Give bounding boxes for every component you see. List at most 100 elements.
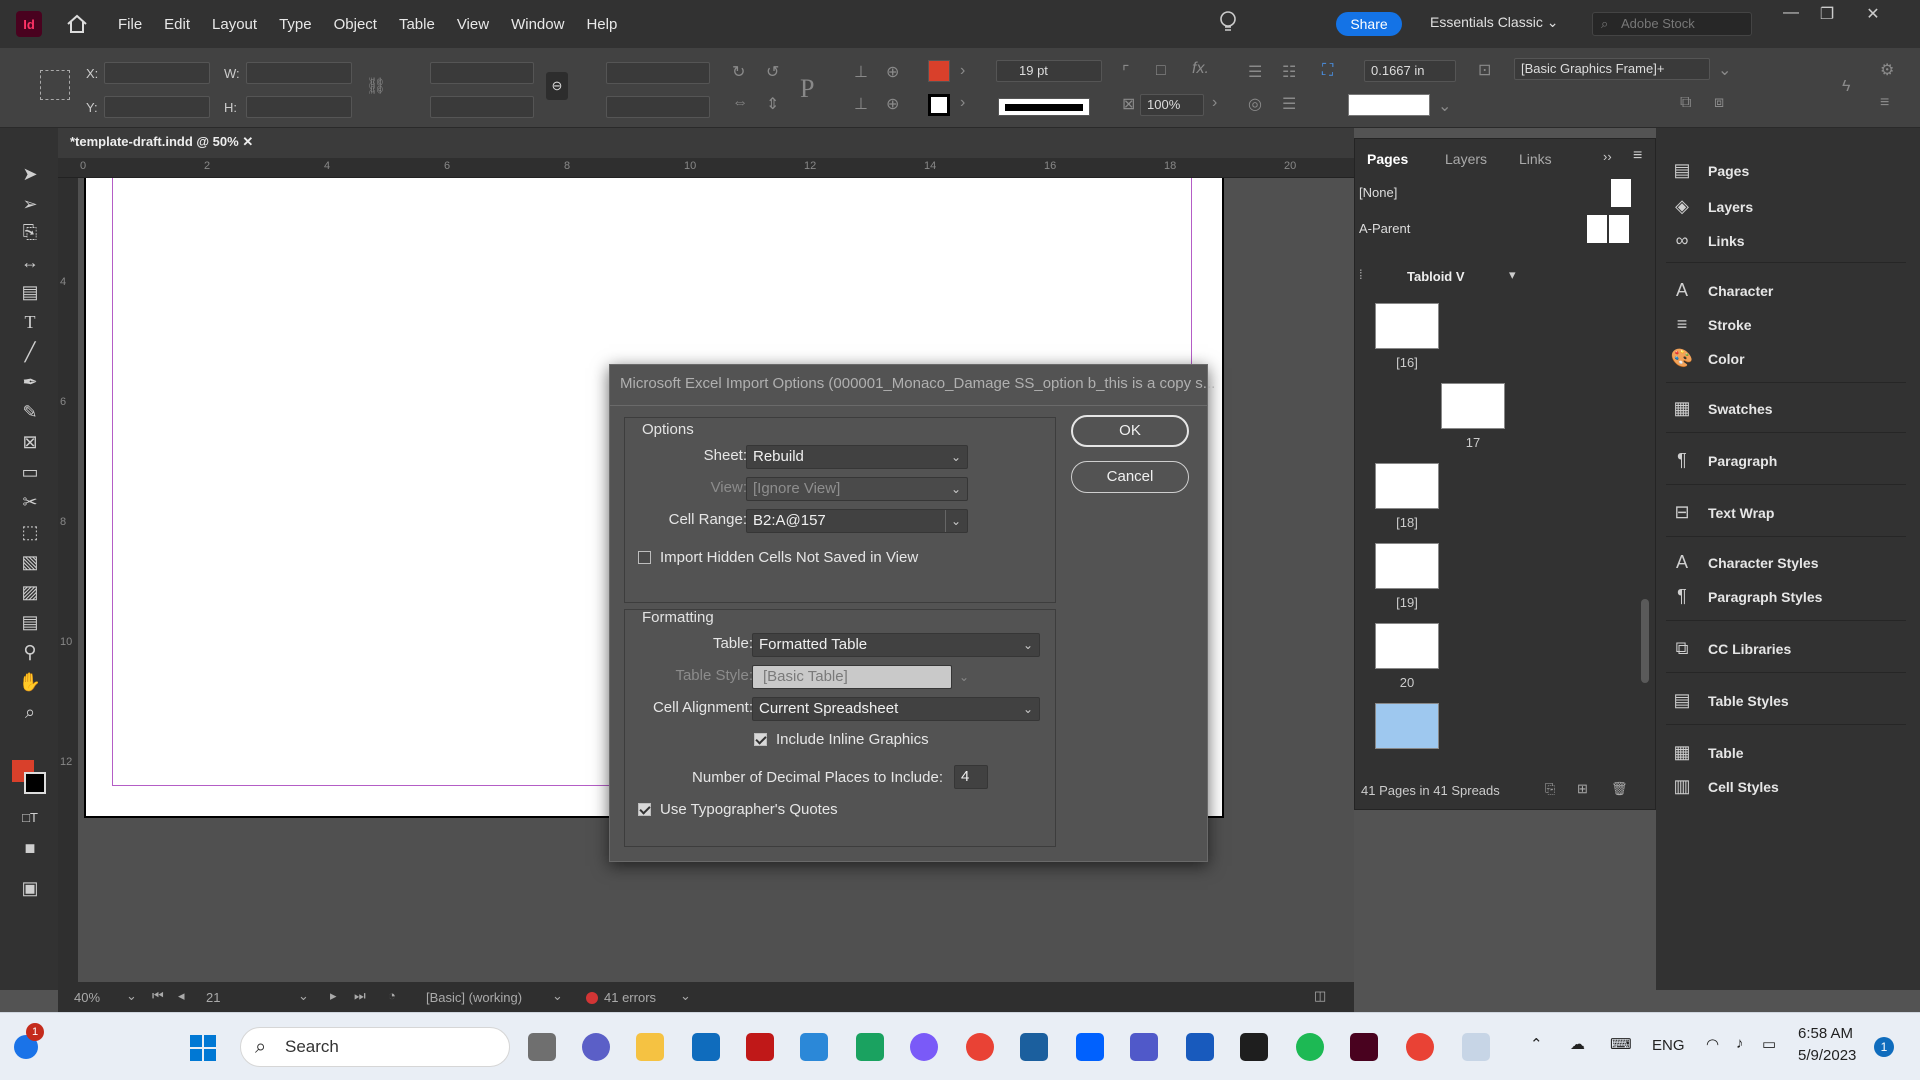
chrome-icon[interactable] [966, 1033, 994, 1061]
note-tool-icon[interactable]: ▤ [18, 610, 42, 634]
parent-a-right-thumb[interactable] [1609, 215, 1629, 243]
sheet-select[interactable]: Rebuild ⌄ [746, 445, 968, 469]
cell-alignment-select[interactable]: Current Spreadsheet ⌄ [752, 697, 1040, 721]
hand-tool-icon[interactable]: ✋ [18, 670, 42, 694]
page-thumb-20[interactable] [1375, 623, 1439, 669]
rotate-ccw-icon[interactable]: ↺ [766, 62, 779, 82]
decimal-places-input[interactable]: 4 [954, 765, 988, 789]
effects-fx-icon[interactable]: fx. [1192, 60, 1209, 78]
clock-time[interactable]: 6:58 AM [1798, 1025, 1853, 1042]
free-transform-tool-icon[interactable]: ⬚ [18, 520, 42, 544]
dock-swatches[interactable]: ▦ Swatches [1670, 398, 1772, 419]
screen-mode-icon[interactable]: ▣ [18, 876, 42, 900]
acrobat-icon[interactable] [1240, 1033, 1268, 1061]
workspace-switcher[interactable]: Essentials Classic ⌄ [1430, 14, 1558, 31]
close-window-icon[interactable]: ✕ [1858, 4, 1888, 24]
dock-character-styles[interactable]: A Character Styles [1670, 552, 1819, 573]
vertical-ruler[interactable]: 4 6 8 10 12 [58, 178, 78, 990]
stroke-swatch[interactable] [24, 772, 46, 794]
select-content-icon[interactable]: ⊕ [886, 62, 899, 82]
tab-links[interactable]: Links [1519, 151, 1552, 167]
flip-vertical-icon[interactable]: ⇕ [766, 94, 779, 114]
last-page-icon[interactable]: ⏭ [354, 988, 366, 1004]
object-style-chevron-icon[interactable]: ⌄ [1718, 60, 1731, 80]
gap-tool-icon[interactable]: ↔ [18, 250, 42, 274]
lightning-icon[interactable]: ϟ [1842, 78, 1850, 96]
stroke-weight-field[interactable]: 19 pt [996, 60, 1102, 82]
notification-center-badge[interactable]: 1 [1874, 1037, 1894, 1057]
content-collector-icon[interactable]: ▤ [18, 280, 42, 304]
app-icon[interactable] [856, 1033, 884, 1061]
clock-date[interactable]: 5/9/2023 [1798, 1047, 1856, 1064]
indesign-taskbar-icon[interactable] [1350, 1033, 1378, 1061]
scale-x-field[interactable] [430, 62, 534, 84]
page-thumb-21-selected[interactable] [1375, 703, 1439, 749]
chevron-up-icon[interactable]: ⌃ [1530, 1035, 1543, 1053]
lightbulb-icon[interactable] [1218, 10, 1238, 39]
text-wrap-shape-icon[interactable]: ◎ [1248, 94, 1262, 114]
battery-icon[interactable]: ▭ [1762, 1035, 1776, 1053]
gear-icon[interactable]: ⚙ [1880, 60, 1894, 80]
menu-layout[interactable]: Layout [212, 16, 257, 33]
cell-range-combo[interactable]: B2:A@157 ⌄ [746, 509, 968, 533]
select-next-icon[interactable]: ⊕ [886, 94, 899, 114]
pen-tool-icon[interactable]: ✒ [18, 370, 42, 394]
dock-table[interactable]: ▦ Table [1670, 742, 1743, 763]
dock-color[interactable]: 🎨 Color [1670, 348, 1745, 369]
table-style-select[interactable]: [Basic Table] ⌄ [752, 665, 969, 689]
drop-shadow-icon[interactable]: □ [1156, 62, 1166, 80]
pages-scrollbar[interactable] [1641, 599, 1649, 683]
text-wrap-none-icon[interactable]: ☰ [1248, 62, 1262, 82]
selection-tool-icon[interactable]: ➤ [18, 162, 42, 186]
apply-color-icon[interactable]: ■ [18, 836, 42, 860]
windows-start-icon[interactable] [190, 1035, 216, 1061]
menu-table[interactable]: Table [399, 16, 435, 33]
page-chevron-icon[interactable]: ⌄ [298, 988, 309, 1004]
spotify-icon[interactable] [1296, 1033, 1324, 1061]
direct-selection-tool-icon[interactable]: ➢ [18, 192, 42, 216]
parent-a-left-thumb[interactable] [1587, 215, 1607, 243]
collapse-panel-icon[interactable]: ›› [1603, 149, 1612, 164]
horizontal-ruler[interactable]: 0 2 4 6 8 10 12 14 16 18 20 [58, 158, 1354, 178]
mail-icon[interactable] [692, 1033, 720, 1061]
error-count[interactable]: 41 errors [604, 990, 656, 1005]
text-wrap-bounding-icon[interactable]: ☷ [1282, 62, 1296, 82]
dock-paragraph-styles[interactable]: ¶ Paragraph Styles [1670, 586, 1822, 607]
panel-menu-icon[interactable]: ≡ [1633, 147, 1642, 165]
snipping-tool-icon[interactable] [1462, 1033, 1490, 1061]
indesign-logo[interactable]: Id [16, 11, 42, 37]
view-select[interactable]: [Ignore View] ⌄ [746, 477, 968, 501]
zoom-level[interactable]: 40% [74, 990, 100, 1005]
scissors-tool-icon[interactable]: ✂ [18, 490, 42, 514]
auto-fit-icon[interactable]: ⛶ [1322, 62, 1333, 80]
corner-options-icon[interactable]: ⌜ [1122, 62, 1130, 82]
object-style-dropdown[interactable]: [Basic Graphics Frame]+ [1514, 58, 1710, 80]
scale-y-field[interactable] [430, 96, 534, 118]
todo-icon[interactable] [800, 1033, 828, 1061]
share-button[interactable]: Share [1336, 12, 1402, 36]
x-field[interactable] [104, 62, 210, 84]
shear-field[interactable] [606, 96, 710, 118]
language-indicator[interactable]: ENG [1652, 1037, 1685, 1054]
cancel-button[interactable]: Cancel [1071, 461, 1189, 493]
constrain-proportions-icon[interactable]: ⛓ [366, 76, 386, 96]
teams-icon[interactable] [1130, 1033, 1158, 1061]
chrome-profile-icon[interactable] [1406, 1033, 1434, 1061]
rotate-field[interactable] [606, 62, 710, 84]
new-page-icon[interactable]: ⊞ [1577, 781, 1588, 797]
page-size-label[interactable]: Tabloid V [1407, 269, 1465, 284]
flip-horizontal-icon[interactable]: ⇔ [732, 94, 748, 112]
fill-color-swatch[interactable] [928, 60, 950, 82]
select-container-icon[interactable]: ⊥ [854, 62, 868, 82]
link-icon[interactable]: ⊖ [546, 72, 568, 100]
parent-none[interactable]: [None] [1359, 185, 1397, 200]
eyedropper-tool-icon[interactable]: ⚲ [18, 640, 42, 664]
previous-page-icon[interactable]: ◂ [178, 988, 185, 1004]
dock-cc-libraries[interactable]: ⧉ CC Libraries [1670, 638, 1792, 659]
content-fit-icon[interactable]: ⧉ [1680, 94, 1691, 112]
dock-links[interactable]: ∞ Links [1670, 230, 1745, 251]
adobe-stock-search[interactable]: ⌕ Adobe Stock [1592, 12, 1752, 36]
mcafee-icon[interactable] [746, 1033, 774, 1061]
menu-edit[interactable]: Edit [164, 16, 190, 33]
current-page[interactable]: 21 [206, 990, 220, 1005]
